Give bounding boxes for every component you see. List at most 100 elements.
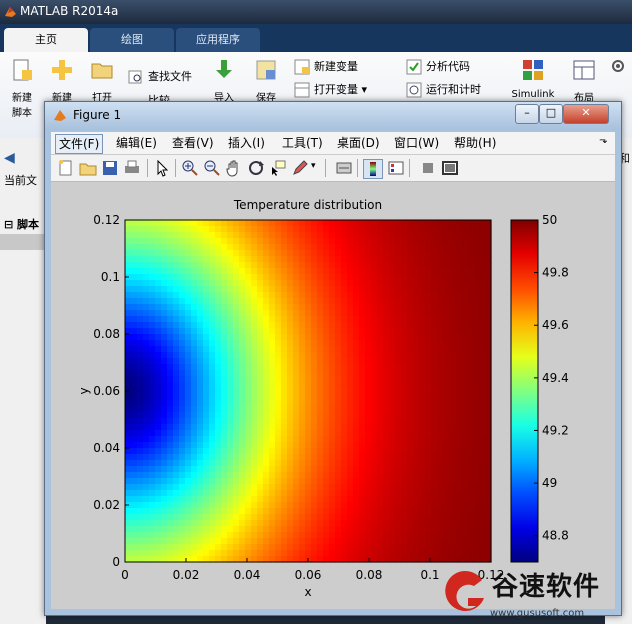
heatmap-cell — [425, 370, 432, 377]
colorbar-tick-label: 49.2 — [542, 423, 569, 437]
simulink-button[interactable]: Simulink — [508, 58, 558, 100]
analyze-code-button[interactable]: 分析代码 — [406, 58, 470, 76]
heatmap-cell — [287, 472, 294, 479]
tab-plots[interactable]: 绘图 — [90, 28, 174, 52]
heatmap-cell — [323, 496, 330, 503]
link-icon[interactable] — [335, 159, 353, 177]
menu-help[interactable]: 帮助(H) — [451, 134, 499, 152]
heatmap-cell — [197, 424, 204, 431]
brush-icon[interactable] — [291, 159, 309, 177]
open-variable-button[interactable]: 打开变量 ▾ — [294, 81, 367, 99]
heatmap-cell — [275, 292, 282, 299]
heatmap-cell — [161, 418, 168, 425]
run-and-time-button[interactable]: 运行和计时 — [406, 81, 481, 99]
heatmap-cell — [467, 256, 474, 263]
heatmap-cell — [419, 430, 426, 437]
back-arrow-icon[interactable]: ◀ — [4, 150, 15, 166]
heatmap-cell — [143, 544, 150, 551]
save-icon[interactable] — [101, 159, 119, 177]
minimize-button[interactable]: – — [515, 104, 539, 124]
heatmap-cell — [299, 334, 306, 341]
find-files-button[interactable]: 查找文件 — [128, 68, 192, 86]
heatmap-cell — [335, 388, 342, 395]
legend-toggle-icon[interactable] — [387, 159, 405, 177]
heatmap-cell — [425, 430, 432, 437]
heatmap-cell — [251, 322, 258, 329]
show-plot-tools-icon[interactable] — [441, 159, 459, 177]
heatmap-cell — [311, 496, 318, 503]
maximize-button[interactable]: □ — [539, 104, 563, 124]
heatmap-cell — [419, 520, 426, 527]
tab-home[interactable]: 主页 — [4, 28, 88, 52]
rotate-icon[interactable] — [247, 159, 265, 177]
heatmap-cell — [437, 334, 444, 341]
heatmap-cell — [407, 460, 414, 467]
heatmap-cell — [257, 490, 264, 497]
new-figure-icon[interactable] — [57, 159, 75, 177]
new-button[interactable]: 新建 — [42, 58, 82, 104]
menu-window[interactable]: 窗口(W) — [391, 134, 442, 152]
heatmap-cell — [257, 286, 264, 293]
dock-arrow-icon[interactable]: ⬎ — [599, 135, 607, 146]
heatmap-cell — [425, 364, 432, 371]
heatmap-cell — [407, 394, 414, 401]
heatmap-cell — [233, 268, 240, 275]
menu-desktop[interactable]: 桌面(D) — [334, 134, 383, 152]
data-cursor-icon[interactable] — [269, 159, 287, 177]
heatmap-cell — [443, 478, 450, 485]
heatmap-cell — [317, 442, 324, 449]
pan-hand-icon[interactable] — [225, 159, 243, 177]
heatmap-cell — [365, 472, 372, 479]
heatmap-cell — [401, 382, 408, 389]
menu-view[interactable]: 查看(V) — [169, 134, 217, 152]
tab-apps[interactable]: 应用程序 — [176, 28, 260, 52]
zoom-out-icon[interactable] — [203, 159, 221, 177]
pointer-icon[interactable] — [153, 159, 171, 177]
print-icon[interactable] — [123, 159, 141, 177]
layout-button[interactable]: 布局 — [564, 58, 604, 104]
heatmap-cell — [377, 550, 384, 557]
menu-tools[interactable]: 工具(T) — [279, 134, 326, 152]
heatmap-cell — [341, 256, 348, 263]
open-file-icon[interactable] — [79, 159, 97, 177]
heatmap-cell — [293, 322, 300, 329]
close-button[interactable]: ✕ — [563, 104, 609, 124]
colorbar-toggle-icon[interactable] — [363, 159, 383, 179]
heatmap-cell — [341, 490, 348, 497]
menu-edit[interactable]: 编辑(E) — [113, 134, 160, 152]
heatmap-plot[interactable]: 0 0.02 0.04 0.06 0.08 0.1 0.12 00.020.040.060.… — [51, 182, 615, 609]
colorbar[interactable] — [510, 219, 539, 563]
heatmap-cell — [395, 418, 402, 425]
heatmap-cell — [377, 340, 384, 347]
heatmap-cell — [161, 478, 168, 485]
preferences-gear-icon[interactable] — [610, 58, 626, 74]
heatmap-cell — [245, 220, 252, 227]
new-script-button[interactable]: 新建 脚本 — [2, 58, 42, 119]
brush-dropdown-icon[interactable]: ▾ — [311, 161, 316, 171]
heatmap-cell — [359, 262, 366, 269]
new-variable-button[interactable]: 新建变量 — [294, 58, 358, 76]
import-button[interactable]: 导入 — [204, 58, 244, 104]
heatmap-cell — [227, 244, 234, 251]
heatmap-cell — [209, 346, 216, 353]
open-button[interactable]: 打开 — [82, 58, 122, 104]
heatmap-cell — [293, 478, 300, 485]
heatmap-cell — [305, 496, 312, 503]
heatmap-surface[interactable] — [125, 220, 492, 563]
heatmap-cell — [395, 406, 402, 413]
selected-file-row[interactable] — [0, 234, 46, 250]
heatmap-cell — [203, 442, 210, 449]
menu-file[interactable]: 文件(F) — [55, 134, 104, 154]
menu-insert[interactable]: 插入(I) — [225, 134, 268, 152]
script-tree-label[interactable]: ⊟ 脚本 — [4, 216, 39, 232]
heatmap-cell — [299, 406, 306, 413]
heatmap-cell — [227, 526, 234, 533]
save-workspace-button[interactable]: 保存 — [246, 58, 286, 104]
heatmap-cell — [173, 544, 180, 551]
heatmap-cell — [359, 250, 366, 257]
heatmap-cell — [257, 406, 264, 413]
hide-plot-tools-icon[interactable] — [419, 159, 437, 177]
zoom-in-icon[interactable] — [181, 159, 199, 177]
heatmap-cell — [221, 346, 228, 353]
heatmap-cell — [365, 436, 372, 443]
